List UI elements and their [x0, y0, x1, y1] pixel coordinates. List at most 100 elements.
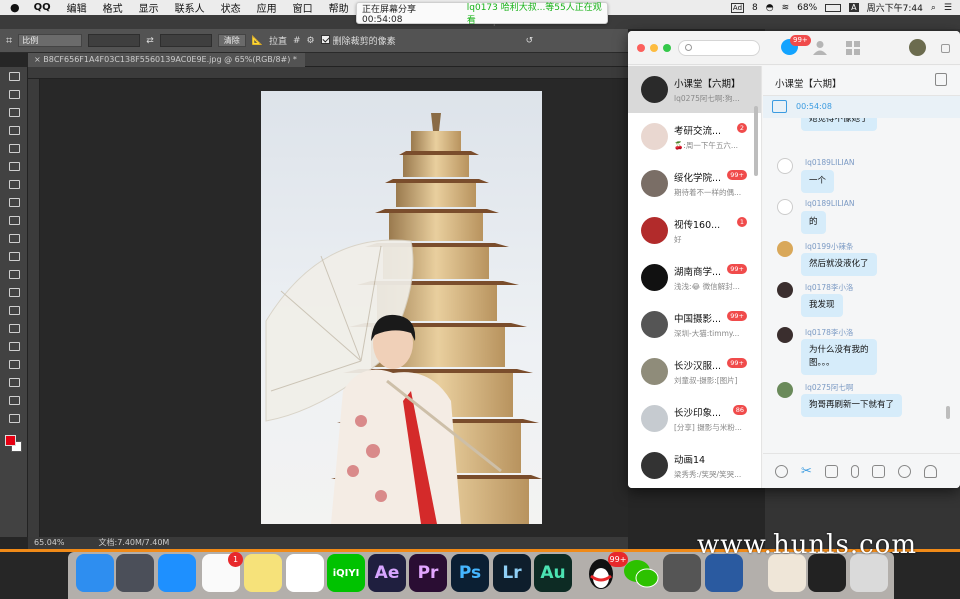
menu-7[interactable]: 帮助 [321, 0, 357, 15]
conversation-item[interactable]: 绥化学院... 期待着不一样的偶... 99+ [628, 160, 761, 207]
document-photo[interactable] [261, 91, 542, 524]
audition-dock-icon[interactable]: Au [534, 554, 572, 592]
spotlight-icon[interactable]: ⌕ [931, 3, 936, 13]
files-icon[interactable] [935, 73, 947, 86]
list-scrollbar[interactable] [754, 106, 758, 176]
sender-avatar[interactable] [777, 241, 793, 257]
conversation-item[interactable]: 湖南商学... 浅浅:😂 微信解封... 99+ [628, 254, 761, 301]
photos-dock-icon[interactable] [286, 554, 324, 592]
input-source-icon[interactable]: A [849, 3, 859, 12]
sender-name[interactable]: lq0189LILIAN [805, 199, 854, 208]
battery-icon[interactable] [825, 3, 842, 12]
message-bubble[interactable]: 狗哥再刷新一下就有了 [801, 394, 903, 417]
bell-icon[interactable] [923, 464, 937, 478]
finder-dock-icon[interactable] [76, 554, 114, 592]
close-window-button[interactable] [637, 44, 645, 52]
document-tab[interactable]: × B8CF656F1A4F03C138F5560139AC0E9E.jpg @… [28, 53, 305, 67]
sender-avatar[interactable] [777, 199, 793, 215]
sender-avatar[interactable] [777, 158, 793, 174]
conversation-item[interactable]: 长沙印象... [分享] 摄影与米粉... 86 [628, 395, 761, 442]
my-avatar[interactable] [909, 39, 926, 56]
dodge-tool-icon[interactable] [0, 301, 28, 319]
message-bubble[interactable]: 我发现 [801, 294, 843, 317]
delete-cropped-checkbox[interactable]: 删除裁剪的像素 [320, 34, 396, 47]
message-bubble[interactable]: 然后就没液化了 [801, 253, 877, 276]
eraser-tool-icon[interactable] [0, 247, 28, 265]
notes-dock-icon[interactable] [244, 554, 282, 592]
folder-icon[interactable] [824, 464, 838, 478]
screen-share-strip[interactable]: 00:54:08 [763, 96, 960, 118]
gear-icon[interactable]: ⚙ [307, 36, 315, 46]
swap-icon[interactable]: ⇄ [146, 36, 154, 46]
gradient-tool-icon[interactable] [0, 265, 28, 283]
foreground-color-swatch[interactable] [5, 435, 16, 446]
close-icon[interactable]: × [34, 55, 43, 64]
sender-name[interactable]: lq0275阿七啊 [805, 382, 853, 393]
adobe-icon[interactable]: Ad [730, 2, 745, 13]
chat-scrollbar[interactable] [946, 406, 950, 419]
path-select-tool-icon[interactable] [0, 355, 28, 373]
zoom-window-button[interactable] [663, 44, 671, 52]
menu-1[interactable]: 格式 [95, 0, 131, 15]
height-field[interactable] [159, 34, 212, 47]
scissors-icon[interactable]: ✂ [801, 464, 812, 479]
zoom-tool-icon[interactable] [0, 409, 28, 427]
apple-menu-icon[interactable]: ● [0, 1, 26, 14]
message-bubble[interactable]: 一个 [801, 170, 835, 193]
sender-name[interactable]: lq0178李小洛 [805, 327, 853, 338]
premiere-dock-icon[interactable]: Pr [409, 554, 447, 592]
width-field[interactable] [88, 34, 141, 47]
notification-center-icon[interactable]: ☰ [944, 3, 952, 13]
menu-3[interactable]: 联系人 [167, 0, 213, 15]
screen-share-banner[interactable]: 正在屏幕分享 00:54:08 lq0173 哈利大叔...等55人正在观看 [356, 2, 608, 26]
straighten-label[interactable]: 拉直 [269, 34, 287, 47]
menu-6[interactable]: 窗口 [285, 0, 321, 15]
straighten-icon[interactable]: 📐 [252, 36, 263, 46]
apps-tab-icon[interactable] [846, 41, 860, 55]
window-mode-icon[interactable] [941, 44, 950, 53]
photoshop-dock-icon[interactable]: Ps [451, 554, 489, 592]
crop-tool-icon[interactable] [0, 139, 28, 157]
sender-name[interactable]: lq0199小辣条 [805, 241, 853, 252]
emoji-icon[interactable] [775, 464, 788, 478]
safari-dock-icon[interactable] [158, 554, 196, 592]
menu-2[interactable]: 显示 [131, 0, 167, 15]
menu-5[interactable]: 应用 [249, 0, 285, 15]
brush-tool-icon[interactable] [0, 193, 28, 211]
quick-select-tool-icon[interactable] [0, 121, 28, 139]
microphone-icon[interactable] [850, 464, 859, 478]
lightroom-dock-icon[interactable]: Lr [493, 554, 531, 592]
menu-4[interactable]: 状态 [213, 0, 249, 15]
qq-status-icon[interactable]: ◓ [766, 3, 774, 13]
conversation-item[interactable]: 小课堂【六期】 lq0275阿七啊:狗... [628, 66, 761, 113]
eyedropper-tool-icon[interactable] [0, 157, 28, 175]
qq-search-input[interactable] [678, 40, 760, 56]
conversation-item[interactable]: 中国摄影... 深圳-大猫:timmy... 99+ [628, 301, 761, 348]
app-menu[interactable]: QQ [26, 2, 59, 13]
type-tool-icon[interactable] [0, 337, 28, 355]
sender-name[interactable]: lq0189LILIAN [805, 158, 854, 167]
message-bubble[interactable]: 的 [801, 211, 826, 234]
conversation-item[interactable]: 视传160... 好 1 [628, 207, 761, 254]
contacts-tab-icon[interactable] [813, 40, 827, 55]
video-icon[interactable] [871, 464, 885, 478]
stamp-tool-icon[interactable] [0, 211, 28, 229]
clear-button[interactable]: 清除 [217, 34, 246, 47]
wifi-icon[interactable]: ≋ [782, 3, 790, 13]
reset-icon[interactable]: ↺ [526, 36, 534, 46]
launchpad-dock-icon[interactable] [116, 554, 154, 592]
message-bubble[interactable]: 她觉得不像她了 [801, 118, 877, 131]
conversation-item[interactable]: 考研交流... 🍒:周一下午五六... 2 [628, 113, 761, 160]
healing-tool-icon[interactable] [0, 175, 28, 193]
crop-tool-icon[interactable]: ⌗ [6, 34, 12, 48]
conversation-item[interactable]: 长沙汉服... 刘童叔-摄影:[图片] 99+ [628, 348, 761, 395]
clock-icon[interactable] [897, 464, 911, 478]
history-brush-tool-icon[interactable] [0, 229, 28, 247]
sender-avatar[interactable] [777, 382, 793, 398]
conversation-item[interactable]: 动画14 梁秀秀:/笑哭/笑哭... [628, 442, 761, 488]
sender-avatar[interactable] [777, 327, 793, 343]
image-capture-dock-icon[interactable] [663, 554, 701, 592]
wechat-dock-icon[interactable] [622, 554, 660, 592]
move-tool-icon[interactable] [0, 67, 28, 85]
menu-0[interactable]: 编辑 [59, 0, 95, 15]
